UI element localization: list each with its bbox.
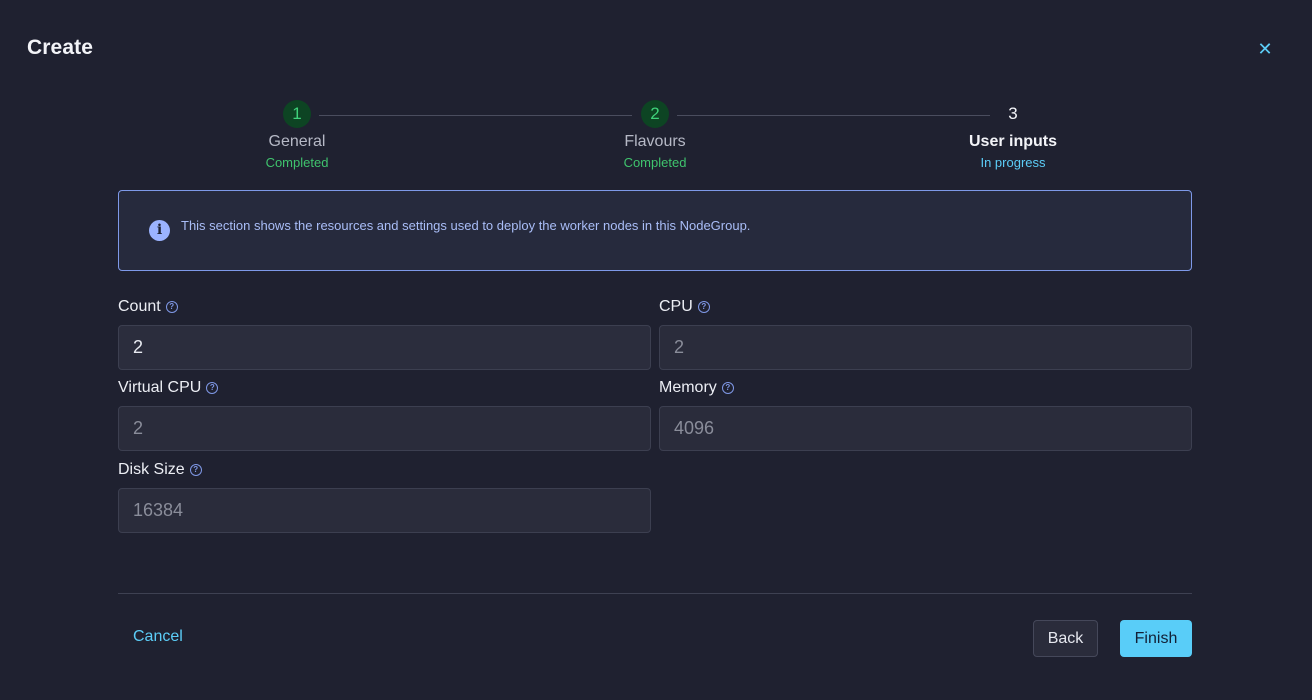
cpu-label: CPU	[659, 298, 693, 315]
step-title: General	[268, 133, 326, 150]
memory-field: Memory ? 4096	[659, 377, 1192, 451]
help-icon[interactable]: ?	[165, 301, 178, 313]
count-input[interactable]: 2	[118, 325, 651, 370]
info-text: This section shows the resources and set…	[181, 218, 751, 233]
step-general: 1 General Completed	[217, 100, 377, 170]
step-status: Completed	[623, 155, 687, 170]
step-status: Completed	[265, 155, 329, 170]
step-number: 2	[641, 100, 669, 128]
dialog-title: Create	[27, 36, 93, 59]
disk-size-input[interactable]: 16384	[118, 488, 651, 533]
step-title: Flavours	[624, 133, 686, 150]
virtual-cpu-label-row: Virtual CPU ?	[118, 377, 651, 399]
help-icon[interactable]: ?	[189, 464, 202, 476]
memory-label-row: Memory ?	[659, 377, 1192, 399]
help-icon[interactable]: ?	[697, 301, 710, 313]
help-icon[interactable]: ?	[721, 382, 734, 394]
disk-size-label-row: Disk Size ?	[118, 459, 651, 481]
cancel-button[interactable]: Cancel	[133, 628, 183, 646]
close-icon[interactable]: ✕	[1254, 38, 1276, 60]
disk-size-field: Disk Size ? 16384	[118, 459, 651, 533]
cpu-field: CPU ? 2	[659, 296, 1192, 370]
step-title: User inputs	[968, 133, 1057, 150]
count-label-row: Count ?	[118, 296, 651, 318]
memory-label: Memory	[659, 379, 717, 396]
memory-input[interactable]: 4096	[659, 406, 1192, 451]
step-user-inputs: 3 User inputs In progress	[933, 100, 1093, 170]
step-status: In progress	[980, 155, 1046, 170]
step-flavours: 2 Flavours Completed	[575, 100, 735, 170]
virtual-cpu-input[interactable]: 2	[118, 406, 651, 451]
disk-size-label: Disk Size	[118, 461, 185, 478]
virtual-cpu-label: Virtual CPU	[118, 379, 202, 396]
create-dialog: Create ✕ 1 General Completed 2 Flavours …	[0, 0, 1312, 700]
info-icon: i	[149, 220, 170, 241]
cpu-input[interactable]: 2	[659, 325, 1192, 370]
step-number: 3	[1008, 104, 1018, 123]
virtual-cpu-field: Virtual CPU ? 2	[118, 377, 651, 451]
step-number: 1	[283, 100, 311, 128]
back-button[interactable]: Back	[1033, 620, 1098, 657]
count-label: Count	[118, 298, 161, 315]
help-icon[interactable]: ?	[206, 382, 219, 394]
finish-button[interactable]: Finish	[1120, 620, 1192, 657]
cpu-label-row: CPU ?	[659, 296, 1192, 318]
footer-divider	[118, 593, 1192, 594]
stepper: 1 General Completed 2 Flavours Completed…	[0, 100, 1312, 180]
info-banner: i This section shows the resources and s…	[118, 190, 1192, 271]
count-field: Count ? 2	[118, 296, 651, 370]
